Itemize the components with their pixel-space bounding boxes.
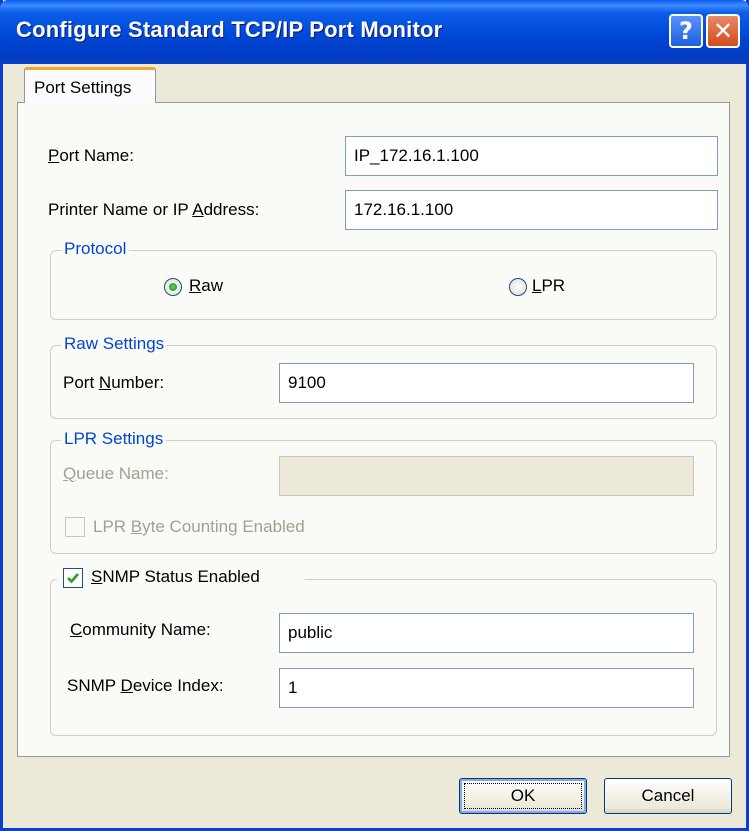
tab-port-settings[interactable]: Port Settings	[24, 67, 156, 103]
protocol-group: Protocol Raw LPR	[50, 239, 717, 320]
port-number-input[interactable]: 9100	[279, 363, 694, 403]
printer-address-value: 172.16.1.100	[354, 200, 454, 219]
close-button[interactable]: ✕	[706, 14, 740, 48]
radio-selected-dot	[169, 283, 177, 291]
snmp-status-legend: SNMP Status Enabled	[57, 566, 305, 592]
community-name-label: Community Name:	[70, 620, 211, 639]
help-icon: ?	[679, 17, 693, 45]
lpr-byte-counting-checkbox[interactable]	[65, 517, 85, 537]
port-number-label: Port Number:	[63, 373, 165, 392]
queue-name-input[interactable]	[279, 456, 694, 496]
protocol-legend: Protocol	[61, 239, 130, 259]
close-icon: ✕	[712, 17, 734, 45]
cancel-button[interactable]: Cancel	[604, 778, 732, 814]
raw-radio-label[interactable]: Raw	[189, 276, 223, 296]
ok-button-label: OK	[510, 786, 536, 805]
port-name-input[interactable]: IP_172.16.1.100	[345, 136, 718, 176]
window-title: Configure Standard TCP/IP Port Monitor	[16, 17, 443, 42]
lpr-settings-group: LPR Settings Queue Name: LPR Byte Counti…	[50, 429, 717, 554]
port-name-label: Port Name:	[48, 146, 134, 165]
lpr-settings-legend: LPR Settings	[61, 429, 167, 449]
community-name-value: public	[288, 623, 333, 642]
ok-button[interactable]: OK	[459, 778, 587, 814]
snmp-status-checkbox[interactable]	[63, 568, 83, 588]
lpr-byte-counting-label[interactable]: LPR Byte Counting Enabled	[93, 517, 305, 537]
raw-radio[interactable]	[164, 278, 182, 296]
cancel-button-label: Cancel	[641, 786, 695, 805]
snmp-group: SNMP Status Enabled Community Name: publ…	[50, 566, 717, 736]
community-name-input[interactable]: public	[279, 613, 694, 653]
port-settings-panel: Port Name: IP_172.16.1.100 Printer Name …	[17, 102, 730, 757]
raw-settings-legend: Raw Settings	[61, 334, 168, 354]
queue-name-label: Queue Name:	[63, 464, 169, 483]
title-bar[interactable]: Configure Standard TCP/IP Port Monitor ?…	[0, 0, 749, 64]
printer-address-label: Printer Name or IP Address:	[48, 200, 260, 219]
help-button[interactable]: ?	[669, 14, 703, 48]
lpr-radio-label[interactable]: LPR	[532, 276, 565, 296]
device-index-label: SNMP Device Index:	[67, 676, 224, 695]
printer-address-input[interactable]: 172.16.1.100	[345, 190, 718, 230]
port-name-value: IP_172.16.1.100	[354, 146, 479, 165]
checkmark-icon	[67, 573, 79, 584]
tab-label: Port Settings	[34, 78, 132, 97]
lpr-radio[interactable]	[509, 278, 527, 296]
port-number-value: 9100	[288, 373, 326, 392]
snmp-status-label[interactable]: SNMP Status Enabled	[91, 567, 260, 587]
device-index-value: 1	[288, 678, 298, 697]
raw-settings-group: Raw Settings Port Number: 9100	[50, 334, 717, 419]
device-index-input[interactable]: 1	[279, 668, 694, 708]
